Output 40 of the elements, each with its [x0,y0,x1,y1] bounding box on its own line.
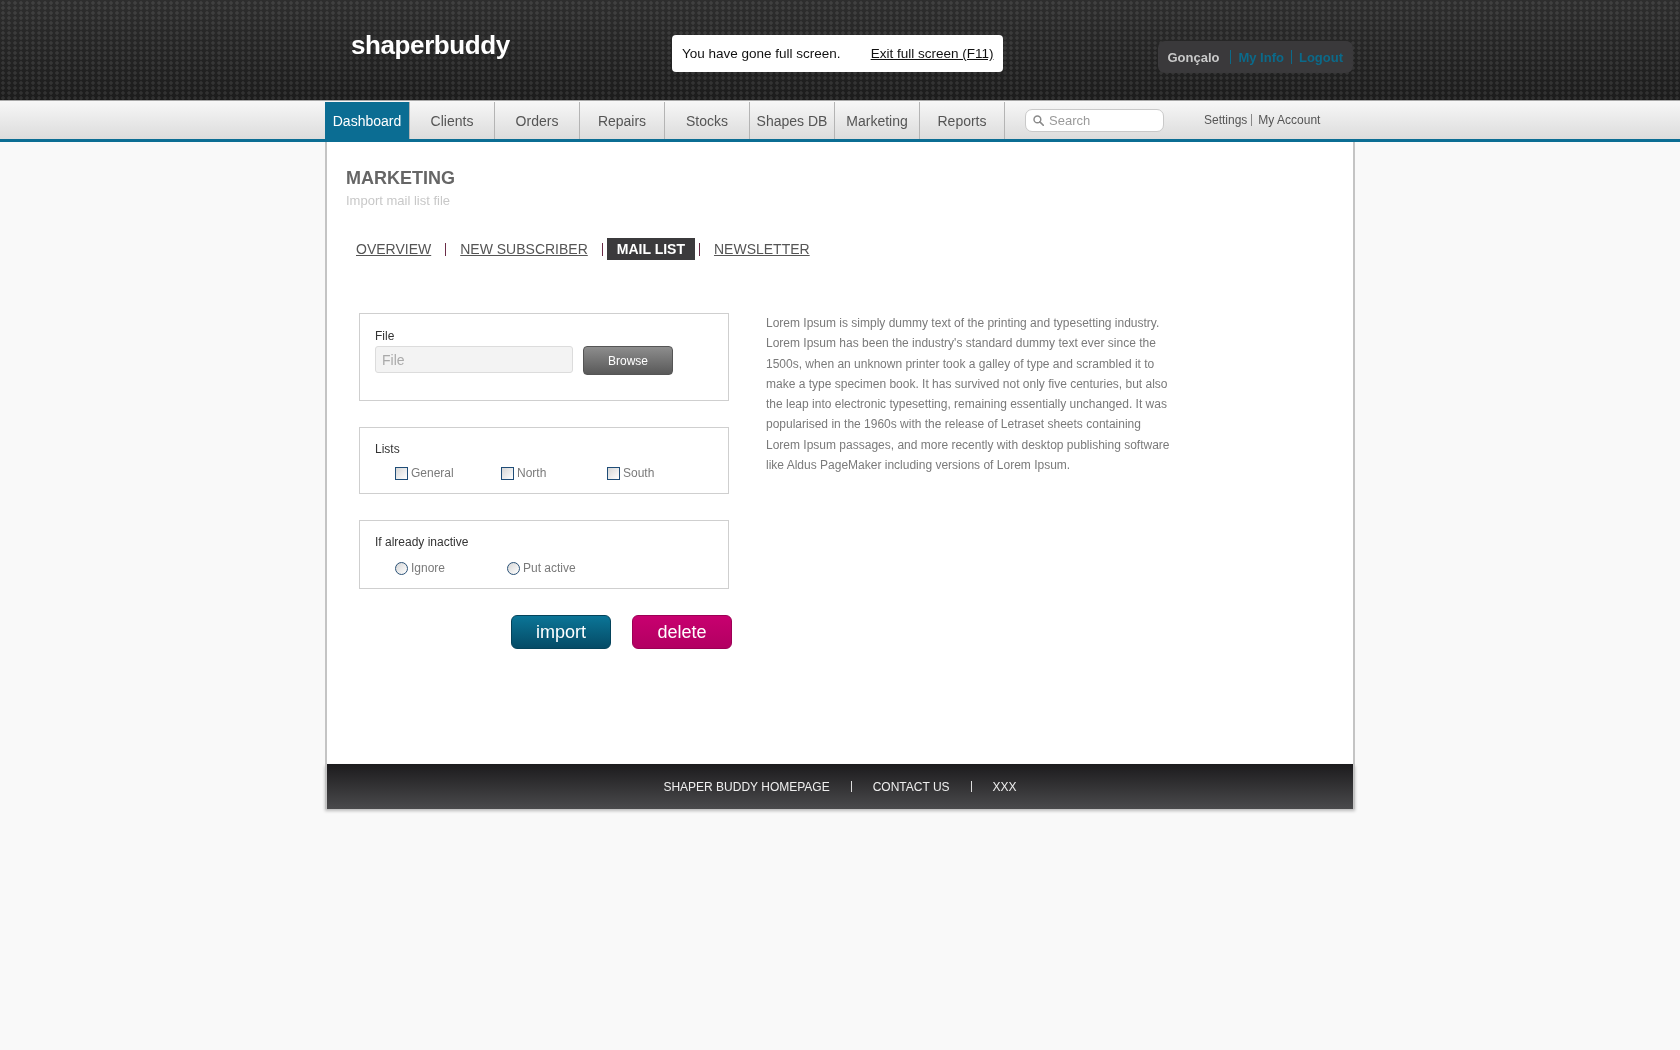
description-text: Lorem Ipsum is simply dummy text of the printing and typesetting industry. Lorem Ipsum has been the industry's standard dummy text ever since the 1500s, when an unknown printer took a galley of type and scrambled it to make a type specimen book. It has survived not only five centuries, but also the leap into electronic typesetting, remaining essentially unchanged. It was popularised in the 1960s with the release of Letraset sheets containing Lorem Ipsum passages, and more recently with desktop publishing software like Aldus PageMaker including versions of Lorem Ipsum. [766,315,1170,475]
field-label: File [375,329,395,343]
field-label: If already inactive [375,535,469,549]
browse-button[interactable]: Browse [583,346,673,375]
radio-label: Put active [523,561,576,575]
checkbox-label: North [517,466,547,480]
checkbox[interactable] [501,466,514,480]
nav-tab[interactable]: Dashboard [325,102,410,139]
subtab[interactable]: OVERVIEW [346,238,442,260]
field-label: Lists [375,442,400,456]
delete-button[interactable]: delete [632,615,732,649]
footer-link[interactable]: CONTACT US [872,779,950,794]
exit-fullscreen-link[interactable]: Exit full screen (F11) [870,46,994,61]
logo: shaperbuddy [351,31,510,59]
nav-tab[interactable]: Reports [920,102,1005,139]
search-field[interactable]: Search [1025,108,1164,132]
footer-link[interactable]: XXX [992,779,1017,794]
footer-link[interactable]: SHAPER BUDDY HOMEPAGE [663,779,830,794]
subtab[interactable]: NEWSLETTER [703,238,820,260]
radio-label: Ignore [411,561,446,575]
nav-tab[interactable]: Shapes DB [750,102,835,139]
page-title: MARKETING [346,167,455,189]
nav-tab[interactable]: Clients [410,102,495,139]
user-name: Gonçalo [1167,49,1220,65]
nav-tab[interactable]: Marketing [835,102,920,139]
notice-message: You have gone full screen. [682,46,841,61]
nav-tab[interactable]: Stocks [665,102,750,139]
subtab[interactable]: NEW SUBSCRIBER [450,238,598,260]
search-icon [1033,114,1044,126]
file-input[interactable]: File [375,346,573,373]
subtab[interactable]: MAIL LIST [606,238,695,260]
nav-tab[interactable]: Repairs [580,102,665,139]
import-button[interactable]: import [511,615,611,649]
checkbox[interactable] [607,466,620,480]
nav-tab[interactable]: Orders [495,102,580,139]
account-link[interactable]: Settings [1204,113,1248,127]
account-link[interactable]: My Account [1258,113,1321,127]
checkbox-label: South [623,466,655,480]
checkbox[interactable] [395,466,408,480]
checkbox-label: General [411,466,454,480]
